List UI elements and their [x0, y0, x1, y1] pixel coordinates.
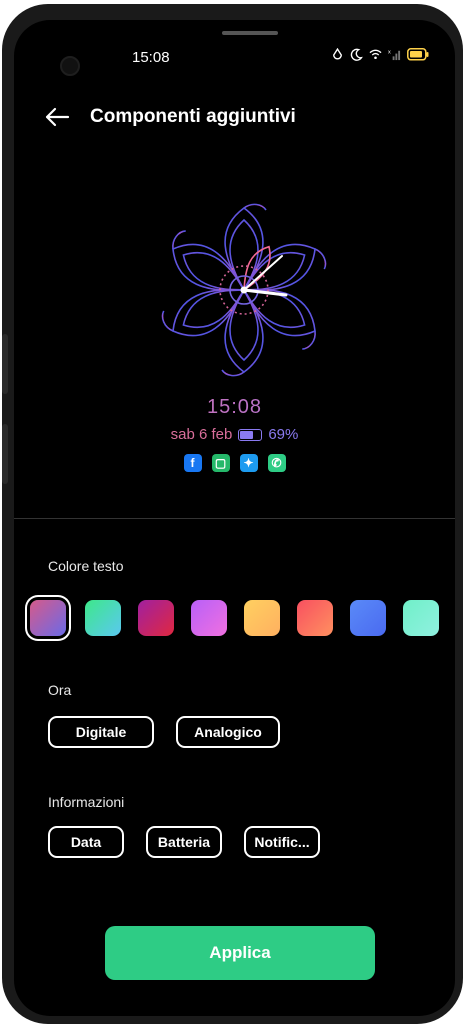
earpiece	[222, 31, 278, 35]
battery-icon	[407, 48, 429, 61]
informazioni-options: Data Batteria Notific...	[48, 826, 320, 858]
wifi-icon	[369, 49, 382, 60]
swatch-mint[interactable]	[403, 600, 439, 636]
text-color-label: Colore testo	[48, 558, 124, 574]
screen: 15:08 x Componenti aggiuntivi 15:08 sab …	[14, 20, 455, 1016]
divider	[14, 518, 455, 519]
ora-options: Digitale Analogico	[48, 716, 280, 748]
color-swatches	[26, 600, 455, 636]
clock-preview	[158, 203, 330, 377]
phone-frame: 15:08 x Componenti aggiuntivi 15:08 sab …	[2, 4, 463, 1024]
facebook-icon: f	[183, 454, 202, 472]
header: Componenti aggiuntivi	[44, 106, 296, 128]
moon-icon	[350, 48, 363, 61]
ora-label: Ora	[48, 682, 72, 698]
svg-text:x: x	[388, 50, 391, 56]
front-camera	[60, 56, 80, 76]
phone-icon: ✆	[267, 454, 286, 472]
preview-battery-icon	[238, 428, 263, 441]
status-icons: x	[331, 48, 429, 61]
power-button	[2, 424, 8, 484]
signal-icon: x	[388, 50, 401, 61]
swatch-yellow-orange[interactable]	[244, 600, 280, 636]
drop-icon	[333, 48, 342, 60]
option-batteria[interactable]: Batteria	[146, 826, 222, 858]
preview-date: sab 6 feb	[170, 426, 233, 443]
preview-battery-percent: 69%	[268, 426, 299, 443]
swatch-green-cyan[interactable]	[85, 600, 121, 636]
page-title: Componenti aggiuntivi	[90, 106, 296, 127]
swatch-purple-red[interactable]	[138, 600, 174, 636]
option-data[interactable]: Data	[48, 826, 124, 858]
informazioni-label: Informazioni	[48, 794, 125, 810]
messages-icon: ▢	[211, 454, 230, 472]
swatch-violet-pink[interactable]	[191, 600, 227, 636]
swatch-red-orange[interactable]	[297, 600, 333, 636]
option-digitale[interactable]: Digitale	[48, 716, 154, 748]
swatch-blue[interactable]	[350, 600, 386, 636]
preview-notification-icons: f ▢ ✦ ✆	[14, 454, 455, 472]
volume-button	[2, 334, 8, 394]
status-time: 15:08	[132, 49, 170, 66]
option-notifiche[interactable]: Notific...	[244, 826, 320, 858]
preview-date-row: sab 6 feb 69%	[14, 426, 455, 443]
preview-time: 15:08	[14, 396, 455, 419]
back-arrow-icon[interactable]	[44, 106, 70, 128]
apply-button[interactable]: Applica	[105, 926, 375, 980]
swatch-pink-violet[interactable]	[30, 600, 66, 636]
twitter-icon: ✦	[239, 454, 258, 472]
option-analogico[interactable]: Analogico	[176, 716, 280, 748]
battery-level-fill	[240, 430, 253, 439]
